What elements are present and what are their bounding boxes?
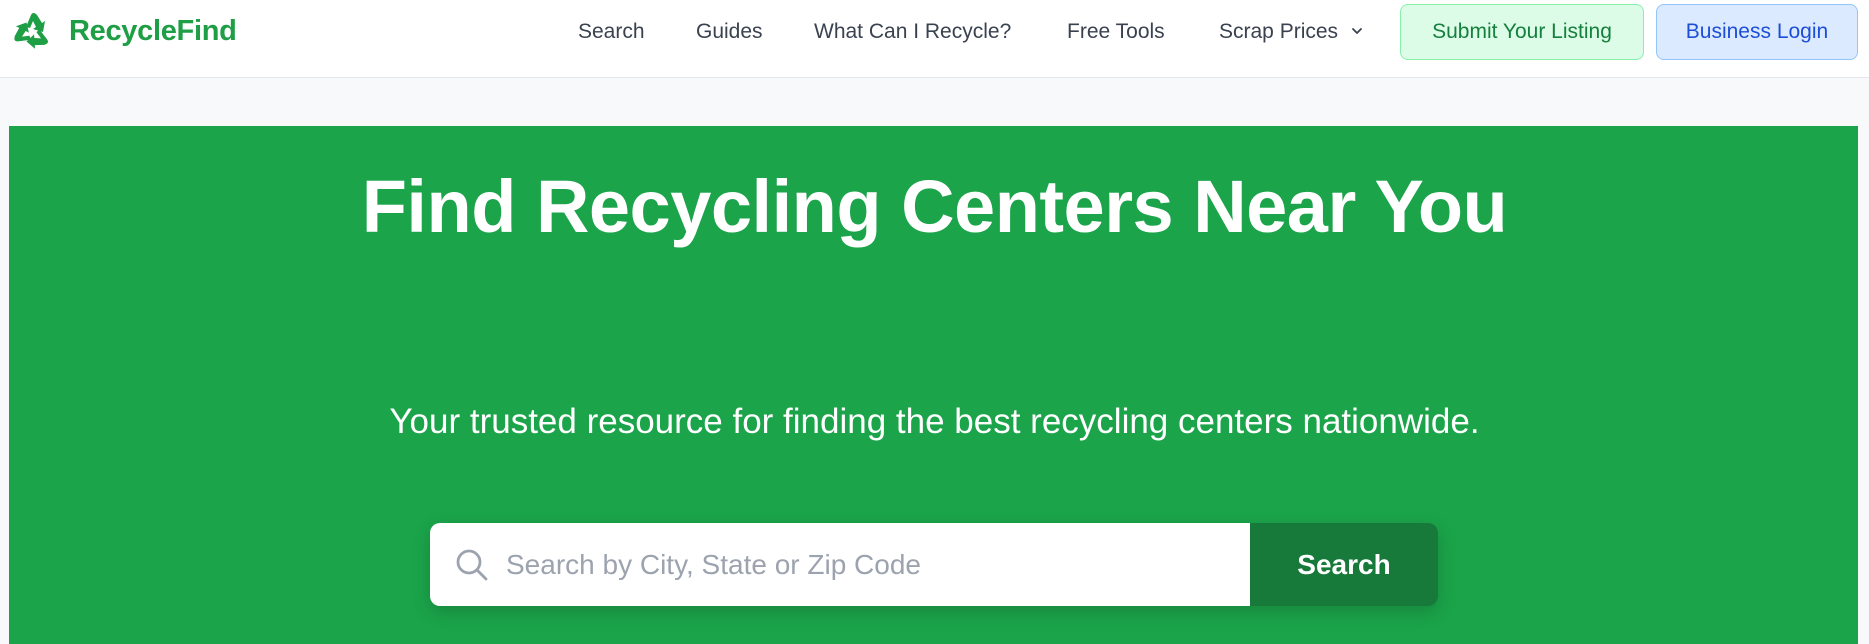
- hero-title: Find Recycling Centers Near You: [361, 165, 1508, 248]
- hero-subtitle: Your trusted resource for finding the be…: [389, 402, 1480, 441]
- search-icon: [456, 549, 488, 580]
- chevron-down-icon: [1351, 28, 1362, 35]
- search-bar: Search: [430, 523, 1438, 606]
- nav-free-tools[interactable]: Free Tools: [1067, 19, 1165, 45]
- brand-name: RecycleFind: [69, 14, 237, 47]
- nav-what-can-i-recycle[interactable]: What Can I Recycle?: [814, 19, 1011, 45]
- business-login-button[interactable]: Business Login: [1656, 4, 1858, 60]
- nav-search[interactable]: Search: [578, 19, 645, 45]
- nav-scrap-prices-label: Scrap Prices: [1219, 20, 1339, 43]
- search-field[interactable]: [430, 523, 1250, 606]
- brand-logo[interactable]: RecycleFind: [8, 7, 237, 55]
- nav-guides[interactable]: Guides: [696, 19, 763, 45]
- search-input[interactable]: [506, 544, 1226, 585]
- site-header: RecycleFind Search Guides What Can I Rec…: [0, 0, 1869, 78]
- nav-scrap-prices[interactable]: Scrap Prices: [1219, 19, 1364, 45]
- search-button[interactable]: Search: [1250, 523, 1438, 606]
- submit-listing-button[interactable]: Submit Your Listing: [1400, 4, 1644, 60]
- recycle-icon: [14, 13, 48, 49]
